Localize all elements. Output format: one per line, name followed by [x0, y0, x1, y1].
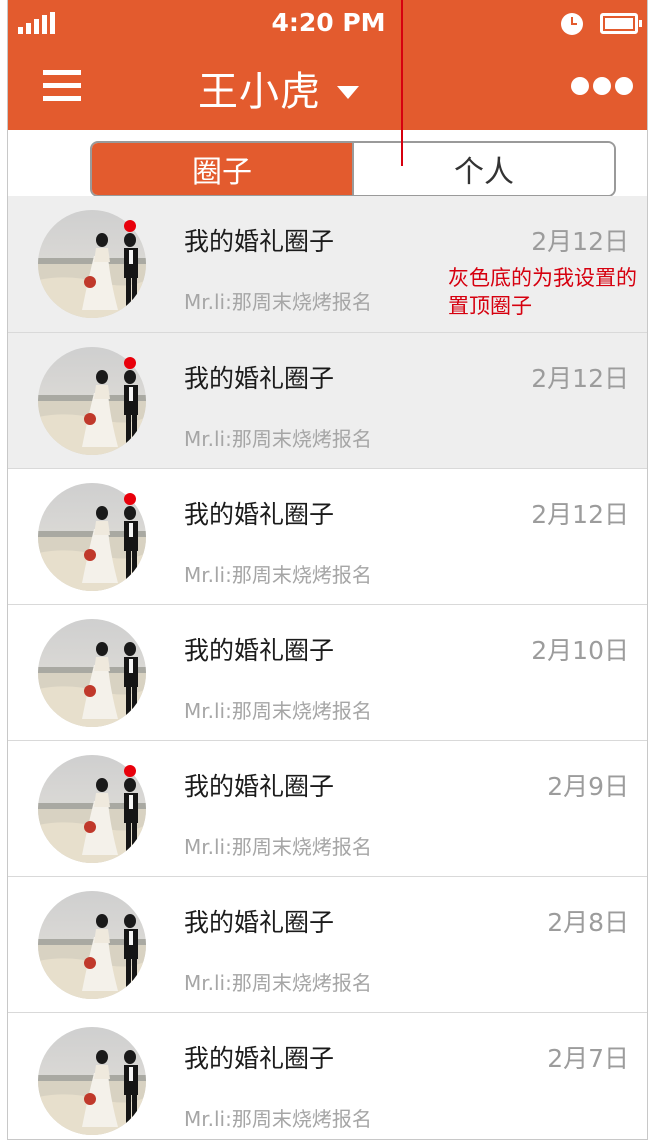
app-header: 4:20 PM 王小虎	[8, 0, 647, 130]
battery-icon	[600, 13, 642, 34]
circle-name: 我的婚礼圈子	[184, 227, 335, 256]
status-time: 4:20 PM	[271, 8, 386, 37]
segmented-tabs: 圈子 个人	[90, 141, 616, 197]
message-date: 2月12日	[531, 227, 629, 256]
last-message-preview: Mr.li:那周末烧烤报名	[184, 699, 372, 723]
list-item[interactable]: 我的婚礼圈子 2月9日 Mr.li:那周末烧烤报名	[8, 740, 647, 876]
circle-name: 我的婚礼圈子	[184, 500, 335, 529]
list-item[interactable]: 我的婚礼圈子 2月12日 Mr.li:那周末烧烤报名	[8, 332, 647, 468]
avatar	[38, 891, 146, 999]
unread-dot-icon	[124, 493, 136, 505]
status-bar: 4:20 PM	[8, 0, 647, 48]
caret-down-icon	[337, 85, 359, 99]
couple-photo-image	[38, 891, 146, 999]
title-dropdown[interactable]: 王小虎	[198, 63, 359, 115]
circle-name: 我的婚礼圈子	[184, 364, 335, 393]
message-date: 2月8日	[547, 908, 629, 937]
alarm-clock-icon	[561, 13, 583, 35]
last-message-preview: Mr.li:那周末烧烤报名	[184, 290, 372, 314]
hamburger-menu-icon[interactable]	[43, 70, 81, 102]
message-date: 2月10日	[531, 636, 629, 665]
phone-screen: 4:20 PM 王小虎 圈子 个人 我的婚礼圈子 2月12日 Mr.li:那周末…	[7, 0, 648, 1140]
unread-dot-icon	[124, 220, 136, 232]
list-item[interactable]: 我的婚礼圈子 2月7日 Mr.li:那周末烧烤报名	[8, 1012, 647, 1139]
circle-name: 我的婚礼圈子	[184, 772, 335, 801]
annotation-pointer-line	[401, 0, 403, 166]
message-date: 2月12日	[531, 364, 629, 393]
list-item[interactable]: 我的婚礼圈子 2月10日 Mr.li:那周末烧烤报名	[8, 604, 647, 740]
last-message-preview: Mr.li:那周末烧烤报名	[184, 1107, 372, 1131]
unread-dot-icon	[124, 357, 136, 369]
last-message-preview: Mr.li:那周末烧烤报名	[184, 835, 372, 859]
couple-photo-image	[38, 619, 146, 727]
circle-name: 我的婚礼圈子	[184, 636, 335, 665]
unread-dot-icon	[124, 765, 136, 777]
last-message-preview: Mr.li:那周末烧烤报名	[184, 427, 372, 451]
message-date: 2月12日	[531, 500, 629, 529]
circle-list: 我的婚礼圈子 2月12日 Mr.li:那周末烧烤报名 我的婚礼圈子 2月12日 Mr.l…	[8, 196, 647, 1139]
message-date: 2月7日	[547, 1044, 629, 1073]
last-message-preview: Mr.li:那周末烧烤报名	[184, 971, 372, 995]
list-item[interactable]: 我的婚礼圈子 2月12日 Mr.li:那周末烧烤报名	[8, 468, 647, 604]
annotation-note: 灰色底的为我设置的置顶圈子	[448, 266, 637, 318]
tab-personal[interactable]: 个人	[354, 143, 614, 195]
tab-circles[interactable]: 圈子	[92, 143, 354, 195]
page-title: 王小虎	[198, 69, 321, 115]
last-message-preview: Mr.li:那周末烧烤报名	[184, 563, 372, 587]
avatar	[38, 619, 146, 727]
circle-name: 我的婚礼圈子	[184, 908, 335, 937]
list-item[interactable]: 我的婚礼圈子 2月8日 Mr.li:那周末烧烤报名	[8, 876, 647, 1012]
couple-photo-image	[38, 1027, 146, 1135]
more-dots-icon[interactable]	[571, 77, 635, 97]
avatar	[38, 1027, 146, 1135]
message-date: 2月9日	[547, 772, 629, 801]
circle-name: 我的婚礼圈子	[184, 1044, 335, 1073]
